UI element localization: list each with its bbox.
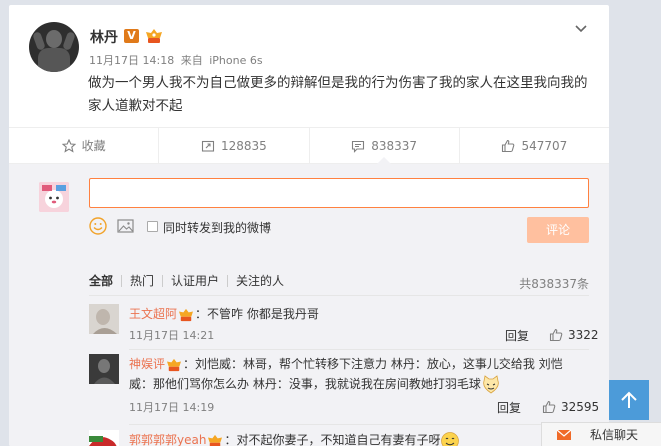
comment-text: 郭郭郭郭yeah ：对不起你妻子，不知道自己有妻有子呀 <box>129 430 589 446</box>
commenter-name[interactable]: 神娱评 <box>129 357 165 371</box>
comment-item: 王文超阿 ：不管咋 你都是我丹哥 11月17日 14:21 回复 3322 <box>89 304 599 348</box>
back-to-top-button[interactable] <box>609 380 649 420</box>
comment-total: 共838337条 <box>519 277 589 291</box>
member-level-icon <box>146 29 162 43</box>
tab-verified[interactable]: 认证用户 <box>163 275 229 287</box>
comment-item: 郭郭郭郭yeah ：对不起你妻子，不知道自己有妻有子呀 <box>89 430 589 446</box>
comment-like-button[interactable]: 3322 <box>549 328 599 342</box>
comment-count: 838337 <box>371 138 418 153</box>
verified-badge: V <box>124 29 139 43</box>
image-icon[interactable] <box>117 218 134 234</box>
post-meta: 11月17日 14:18 来自 iPhone 6s <box>89 52 266 68</box>
like-count: 547707 <box>521 138 568 153</box>
mail-icon <box>556 429 572 440</box>
submit-comment-button[interactable]: 评论 <box>527 217 589 243</box>
comment-time: 11月17日 14:19 <box>129 401 215 414</box>
divider <box>129 424 589 425</box>
divider <box>129 349 589 350</box>
member-level-icon <box>208 434 223 446</box>
thumbs-up-icon <box>502 139 515 152</box>
member-level-icon <box>167 358 182 371</box>
repost-checkbox-label[interactable]: 同时转发到我的微博 <box>163 219 271 236</box>
comment-content: ：对不起你妻子，不知道自己有妻有子呀 <box>224 433 441 446</box>
thumbs-up-icon <box>549 328 563 342</box>
comment-icon <box>352 140 365 153</box>
post-action-bar: 收藏 128835 838337 547707 <box>9 127 609 164</box>
divider <box>89 295 589 296</box>
comment-like-count: 3322 <box>568 328 599 342</box>
comment-content: 威：那他们骂你怎么办 林丹：没事，我就说我在房间教她打羽毛球 <box>129 377 481 391</box>
comment-filter-tabs: 全部 热门 认证用户 关注的人 <box>89 275 292 287</box>
repost-count: 128835 <box>220 138 267 153</box>
post-source-prefix: 来自 <box>180 54 203 67</box>
thumbs-up-icon <box>542 400 556 414</box>
tab-hot[interactable]: 热门 <box>122 275 164 287</box>
commenter-avatar[interactable] <box>89 304 119 334</box>
star-icon <box>61 138 76 153</box>
comment-like-button[interactable]: 32595 <box>542 400 599 414</box>
tab-following[interactable]: 关注的人 <box>228 275 292 287</box>
repost-icon <box>201 140 215 152</box>
comment-time: 11月17日 14:21 <box>129 329 215 342</box>
comment-content: ：刘恺威：林哥，帮个忙转移下注意力 林丹：放心，这事儿交给我 刘恺 <box>183 357 563 371</box>
chat-label: 私信聊天 <box>590 428 639 442</box>
repost-button[interactable]: 128835 <box>159 128 310 163</box>
comment-input[interactable] <box>89 178 589 208</box>
commenter-avatar[interactable] <box>89 430 119 446</box>
post-text: 做为一个男人我不为自己做更多的辩解但是我的行为伤害了我的家人在这里我向我的家人道… <box>88 75 588 114</box>
comment-item: 神娱评 ：刘恺威：林哥，帮个忙转移下注意力 林丹：放心，这事儿交给我 刘恺威：那他… <box>89 354 599 422</box>
cat-emoji-icon <box>483 374 499 393</box>
comment-like-count: 32595 <box>561 400 600 414</box>
author-name[interactable]: 林丹 <box>90 27 118 47</box>
post-source[interactable]: iPhone 6s <box>209 54 262 67</box>
reply-button[interactable]: 回复 <box>505 327 529 344</box>
commenter-name[interactable]: 郭郭郭郭yeah <box>129 433 206 446</box>
like-button[interactable]: 547707 <box>460 128 609 163</box>
reply-button[interactable]: 回复 <box>497 399 521 416</box>
comment-button[interactable]: 838337 <box>310 128 460 164</box>
comment-text: 神娱评 ：刘恺威：林哥，帮个忙转移下注意力 林丹：放心，这事儿交给我 刘恺威：那他… <box>129 354 589 395</box>
comment-content: ：不管咋 你都是我丹哥 <box>195 307 319 321</box>
arrow-up-icon <box>621 391 637 408</box>
commenter-avatar[interactable] <box>89 354 119 384</box>
tab-all[interactable]: 全部 <box>89 275 123 287</box>
private-chat-bar[interactable]: 私信聊天 <box>541 422 661 446</box>
my-avatar[interactable] <box>39 182 69 212</box>
smile-emoji-icon <box>441 431 460 446</box>
comment-text: 王文超阿 ：不管咋 你都是我丹哥 <box>129 304 589 324</box>
author-avatar[interactable] <box>29 22 79 72</box>
commenter-name[interactable]: 王文超阿 <box>129 307 177 321</box>
repost-checkbox[interactable] <box>147 221 158 232</box>
post-time[interactable]: 11月17日 14:18 <box>89 54 174 67</box>
member-level-icon <box>179 308 194 321</box>
emoji-icon[interactable] <box>89 217 107 235</box>
comment-section: 同时转发到我的微博 评论 全部 热门 认证用户 关注的人 共838337条 王文… <box>9 164 609 446</box>
favorite-label: 收藏 <box>81 139 106 153</box>
weibo-post-card: 林丹 V 11月17日 14:18 来自 iPhone 6s 做为一个男人我不为… <box>9 5 609 446</box>
favorite-button[interactable]: 收藏 <box>9 128 160 163</box>
chevron-down-icon[interactable] <box>573 21 589 37</box>
